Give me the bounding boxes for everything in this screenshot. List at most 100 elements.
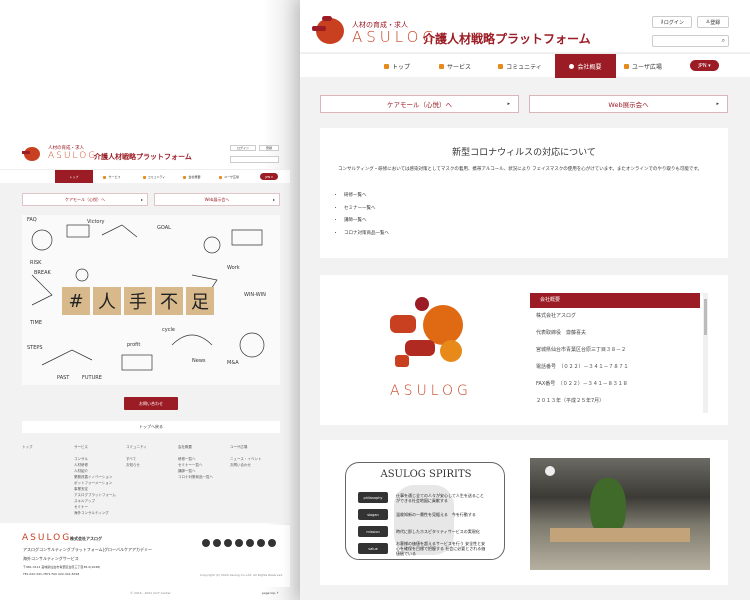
home-icon xyxy=(383,63,389,69)
nav-service[interactable]: サービス xyxy=(97,170,127,184)
footer-address: 〒981-3111 宮城県仙台市青葉区台原三丁目38-2(1048) xyxy=(23,565,101,569)
spirits-section: ASULOG SPIRITS philosophy 仕事を通じ全ての人々が安心して… xyxy=(320,440,728,585)
spirit-row: philosophy 仕事を通じ全ての人々が安心して人生を送ることができる社会地図… xyxy=(358,489,486,506)
office-photo xyxy=(530,458,710,570)
search-input[interactable]: ⌕ xyxy=(652,35,729,47)
nav-users[interactable]: ユーザ広場 xyxy=(618,54,668,78)
link-label: ケアモール（心悦）へ xyxy=(65,196,105,202)
spirit-text: 時代に即したホスピタリティサービスの実現化 xyxy=(396,529,480,534)
register-button[interactable]: 登録 xyxy=(259,145,279,151)
footer-link[interactable]: お知らせ xyxy=(126,462,178,468)
list-item-link[interactable]: コロナ対策商品一覧へ xyxy=(344,228,389,241)
spirit-row: slogan 温故知新の一貫性を見据える 今を行動する xyxy=(358,506,486,523)
corona-section: 新型コロナウィルスの対応について コンサルティング・研修においては感染対策として… xyxy=(320,128,728,258)
footer-logo: ASULOG xyxy=(22,533,72,543)
instagram-icon[interactable] xyxy=(224,539,232,547)
spirit-text: 仕事を通じ全ての人々が安心して人生を送ることができる社会地図に貢献する xyxy=(396,492,484,503)
nav-label: トップ xyxy=(69,175,79,179)
spirit-row: value お客様の価値を超えるサービスを行う 安全性と安心を確保を目標で把握する… xyxy=(358,540,486,557)
nav-label: ユーザ広場 xyxy=(632,63,662,71)
nav-service[interactable]: サービス xyxy=(430,54,480,78)
register-label: 登録 xyxy=(265,146,272,150)
block: 人 xyxy=(93,287,121,315)
twitter-icon[interactable] xyxy=(202,539,210,547)
login-button[interactable]: ログイン xyxy=(230,145,256,151)
footer-column: 会社概要 研修一覧へ セミナー一覧へ 講師一覧へ コロナ対策商品一覧へ xyxy=(178,444,230,516)
company-info-row: 電話番号 （０２２）－３４１－７８７１ xyxy=(536,364,629,370)
footer-link[interactable]: コロナ対策商品一覧へ xyxy=(178,474,230,480)
chat-icon[interactable] xyxy=(246,539,254,547)
doodle-text: Victory xyxy=(87,219,105,225)
login-button[interactable]: ⚷ ログイン xyxy=(652,16,692,28)
footer-column: ユーザ広場 ニュース・イベント お問い合わせ xyxy=(230,444,282,516)
footer-column: コミュニティ すべて お知らせ xyxy=(126,444,178,516)
header: 人材の育成・求人 ASULOG 介護人材戦略プラットフォーム ⚷ ログイン ♙ 登録… xyxy=(300,0,750,52)
blog-icon[interactable] xyxy=(268,539,276,547)
list-item-link[interactable]: 研修一覧へ xyxy=(344,190,389,203)
nav-community[interactable]: コミュニティ xyxy=(490,54,550,78)
list-item-link[interactable]: 講師一覧へ xyxy=(344,215,389,228)
corona-body: コンサルティング・研修においては感染対策としてマスクの着用、携帯アルコール、状況… xyxy=(338,167,702,172)
nav-label: コミュニティ xyxy=(147,175,166,179)
back-to-top-button[interactable]: トップへ戻る xyxy=(22,421,280,433)
asulog-logo-graphic xyxy=(385,295,475,385)
footer-link[interactable]: お問い合わせ xyxy=(230,462,282,468)
logo-text: ASULOG xyxy=(48,151,98,161)
language-select[interactable]: JPN ▾ xyxy=(690,60,719,71)
spirit-label: value xyxy=(358,543,388,554)
back-to-top-label: トップへ戻る xyxy=(139,424,163,429)
doodle-text: FAQ xyxy=(27,217,37,223)
nav-label: 会社概要 xyxy=(188,175,201,179)
site-title: 介護人材戦略プラットフォーム xyxy=(423,32,591,46)
company-info-row: FAX番号 （０２２）－３４１－８３１８ xyxy=(536,381,628,387)
copyright: Copyright (C) 2020 Asulog Co.,Ltd. All R… xyxy=(200,573,284,577)
language-select[interactable]: JPN ▾ xyxy=(260,173,278,180)
footer-column-title[interactable]: コミュニティ xyxy=(126,444,178,450)
doodle-text: profit xyxy=(127,342,141,348)
company-section: ASULOG 会社概要 株式会社アスログ 代表取締役 齋藤喜夫 宮城県仙台市青葉… xyxy=(320,275,728,425)
caremall-link[interactable]: ケアモール（心悦）へ ▸ xyxy=(320,95,519,113)
caremall-link[interactable]: ケアモール（心悦）へ ▸ xyxy=(22,193,148,206)
logo-mark xyxy=(22,145,42,163)
list-item-link[interactable]: セミナー一覧へ xyxy=(344,203,389,216)
footer-column-title[interactable]: サービス xyxy=(74,444,126,450)
nav-top[interactable]: トップ xyxy=(372,54,422,78)
line-icon[interactable] xyxy=(235,539,243,547)
nav-company[interactable]: 会社概要 xyxy=(177,170,207,184)
full-page-preview: 人材の育成・求人 ASULOG 介護人材戦略プラットフォーム ログイン 登録 ト… xyxy=(0,0,300,600)
doodle-text: WIN-WIN xyxy=(244,292,266,298)
contact-button[interactable]: お問い合わせ xyxy=(124,397,178,410)
nav-label: コミュニティ xyxy=(506,63,542,71)
nav-company[interactable]: 会社概要 xyxy=(555,54,616,78)
page-top-link[interactable]: page top ↑ xyxy=(262,591,279,595)
search-input[interactable] xyxy=(230,156,279,163)
footer-column-title[interactable]: トップ xyxy=(22,444,74,450)
heart-icon xyxy=(438,63,444,69)
nav-top[interactable]: トップ xyxy=(55,170,93,184)
web-expo-link[interactable]: Web展示会へ ▸ xyxy=(529,95,728,113)
doodle-text: STEPS xyxy=(27,345,43,351)
search-icon: ⌕ xyxy=(721,37,725,44)
corona-links: 研修一覧へ セミナー一覧へ 講師一覧へ コロナ対策商品一覧へ xyxy=(344,190,389,240)
facebook-icon[interactable] xyxy=(213,539,221,547)
company-info-scrollbar[interactable] xyxy=(703,293,708,413)
footer-links: トップ サービス コンサル 人材研修 人材紹介 業務改善イノベーション ボットフォーメーショ… xyxy=(22,444,282,516)
company-info-row: 代表取締役 齋藤喜夫 xyxy=(536,330,587,336)
footer-column-title[interactable]: 会社概要 xyxy=(178,444,230,450)
register-button[interactable]: ♙ 登録 xyxy=(697,16,729,28)
link-label: Web展示会へ xyxy=(204,196,230,202)
footer-link[interactable]: 海外コンサルティング xyxy=(74,510,126,516)
arrow-right-icon: ▸ xyxy=(272,197,275,202)
block: 足 xyxy=(186,287,214,315)
nav-users[interactable]: ユーザ広場 xyxy=(212,170,246,184)
doodle-text: RISK xyxy=(30,260,42,266)
community-icon xyxy=(142,175,146,179)
web-expo-link[interactable]: Web展示会へ ▸ xyxy=(154,193,280,206)
nav-label: ユーザ広場 xyxy=(224,175,239,179)
link-label: ケアモール（心悦）へ xyxy=(387,101,452,109)
spirit-label: slogan xyxy=(358,509,388,520)
footer-column-title[interactable]: ユーザ広場 xyxy=(230,444,282,450)
block: 不 xyxy=(155,287,183,315)
nav-community[interactable]: コミュニティ xyxy=(135,170,173,184)
youtube-icon[interactable] xyxy=(257,539,265,547)
